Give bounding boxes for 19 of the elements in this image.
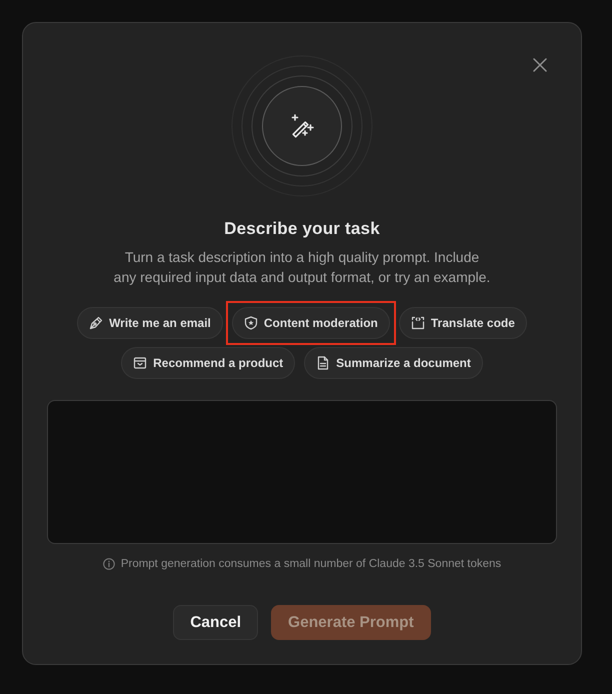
code-bracket-icon — [410, 316, 425, 330]
document-icon — [316, 356, 330, 370]
example-chip[interactable]: Content moderation — [232, 307, 390, 339]
token-usage-note: Prompt generation consumes a small number of Claude 3.5 Sonnet tokens — [120, 557, 502, 572]
info-icon — [102, 558, 115, 570]
task-description-field[interactable] — [47, 400, 557, 544]
dialog-title: Describe your task — [224, 218, 380, 240]
shield-star-icon — [244, 316, 258, 330]
example-chip[interactable]: Write me an email — [77, 307, 223, 339]
magic-wand-icon — [289, 113, 315, 139]
example-chip[interactable]: Translate code — [398, 307, 527, 339]
close-icon — [533, 58, 547, 72]
close-button[interactable] — [533, 58, 547, 72]
tray-icon — [133, 356, 148, 370]
dialog-description: Turn a task description into a high quality prompt. Include any required input data and output format, or try an example. — [113, 248, 491, 287]
example-chip[interactable]: Recommend a product — [121, 347, 296, 379]
example-chip[interactable]: Summarize a document — [304, 347, 483, 379]
cancel-button[interactable]: Cancel — [173, 605, 258, 640]
pen-icon — [89, 316, 104, 330]
